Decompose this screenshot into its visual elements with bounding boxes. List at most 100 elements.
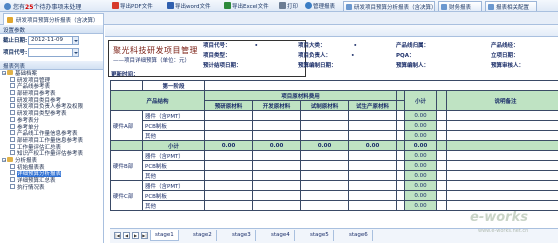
note-cell[interactable] [445, 190, 558, 201]
manage-report-button[interactable]: 管理报表 [305, 2, 335, 11]
data-cell[interactable] [252, 170, 301, 181]
data-cell[interactable] [204, 110, 253, 121]
sheet-tab-stage5[interactable]: stage5 [306, 230, 334, 241]
data-cell[interactable] [348, 190, 397, 201]
tree-folder[interactable]: − 基础档案 [0, 70, 103, 77]
tree-item[interactable]: 研发项目类目参考 [0, 96, 103, 104]
note-cell[interactable] [445, 200, 558, 211]
tree-item[interactable]: 工作量评估汇总表 [0, 143, 103, 151]
data-cell[interactable] [300, 190, 349, 201]
data-cell[interactable] [348, 170, 397, 181]
data-cell[interactable] [204, 160, 253, 171]
data-cell[interactable] [252, 200, 301, 211]
data-cell[interactable] [300, 130, 349, 141]
data-cell[interactable] [348, 120, 397, 131]
data-cell[interactable] [300, 170, 349, 181]
table-cell [396, 150, 405, 161]
top-tab-report[interactable]: 研发项目预算分析报表（含决算） [343, 1, 437, 11]
data-cell[interactable] [204, 150, 253, 161]
table-cell [436, 120, 447, 131]
deadline-input[interactable]: 2012-11-09 [28, 36, 73, 45]
project-code-select[interactable] [28, 48, 73, 57]
tree-item[interactable]: 知识产权工作量评估参考表 [0, 150, 103, 157]
data-cell[interactable] [300, 120, 349, 131]
data-cell[interactable] [204, 120, 253, 131]
note-cell[interactable] [445, 110, 558, 121]
data-cell[interactable] [204, 130, 253, 141]
data-cell[interactable] [348, 160, 397, 171]
data-cell[interactable] [300, 180, 349, 191]
tree-item[interactable]: 研发项目类型参考表 [0, 110, 103, 117]
data-cell[interactable] [348, 200, 397, 211]
sheet-tab-stage3[interactable]: stage3 [228, 230, 256, 241]
data-cell[interactable] [300, 160, 349, 171]
next-sheet-icon[interactable]: ▶ [132, 232, 139, 239]
bell-icon [4, 3, 11, 10]
data-cell[interactable] [252, 180, 301, 191]
sheet-tab-stage4[interactable]: stage4 [267, 230, 295, 241]
data-cell[interactable] [252, 130, 301, 141]
tree-item[interactable]: 初始报表表 [0, 163, 103, 171]
approval-date-label: 立项日期： [491, 53, 519, 59]
data-cell[interactable] [204, 170, 253, 181]
tree-item[interactable]: 参考单分 [0, 123, 103, 131]
data-cell[interactable] [252, 120, 301, 131]
subtotal-cell: 0.00 [404, 110, 437, 121]
data-cell[interactable] [348, 150, 397, 161]
data-cell[interactable] [252, 160, 301, 171]
document-icon [10, 90, 15, 96]
print-button[interactable]: 打印 [279, 2, 298, 11]
tree-item[interactable]: 研发项目负责人参考及权限 [0, 103, 103, 110]
tree-item[interactable]: 产品线参考表 [0, 83, 103, 90]
data-cell[interactable] [300, 200, 349, 211]
data-cell[interactable] [204, 190, 253, 201]
pending-notice[interactable]: 您有25个待办事项未处理 [4, 2, 81, 11]
subtotal-value: 0.00 [348, 140, 397, 151]
export-excel-button[interactable]: 导出Excel文件 [224, 2, 269, 11]
top-tab-config[interactable]: 报表相关配置 [485, 1, 537, 11]
tree-item[interactable]: 研发项目管理 [0, 76, 103, 84]
tree-item[interactable]: 详细预算汇总表 [0, 177, 103, 184]
subtotal-cell: 0.00 [404, 180, 437, 191]
export-word-button[interactable]: 导出word文件 [167, 2, 211, 11]
tab-report-analysis[interactable]: 研发项目预算分析报表（含决算） [3, 13, 104, 25]
data-cell[interactable] [252, 150, 301, 161]
tree-item[interactable]: 参考表分 [0, 116, 103, 124]
expected-close-label: 预计结项日期： [203, 63, 242, 69]
tree-item[interactable]: 执行情况表 [0, 183, 103, 191]
prev-sheet-icon[interactable]: ◀ [123, 232, 130, 239]
data-cell[interactable] [348, 110, 397, 121]
note-cell[interactable] [445, 180, 558, 191]
note-cell[interactable] [445, 130, 558, 141]
data-cell[interactable] [300, 150, 349, 161]
sheet-tab-stage2[interactable]: stage2 [189, 230, 217, 241]
collapse-toggle-icon[interactable]: − [2, 157, 6, 162]
note-cell[interactable] [445, 170, 558, 181]
note-cell[interactable] [445, 120, 558, 131]
tree-folder[interactable]: − 分析报表 [0, 156, 103, 164]
top-tab-finance[interactable]: 财务报表 [438, 1, 482, 11]
data-cell[interactable] [348, 180, 397, 191]
data-cell[interactable] [204, 180, 253, 191]
chevron-down-icon[interactable] [73, 48, 79, 57]
tree-item[interactable]: 详细预算分析报表 [0, 170, 103, 178]
note-cell[interactable] [445, 150, 558, 161]
data-cell[interactable] [204, 200, 253, 211]
last-sheet-icon[interactable]: ▶| [141, 232, 148, 239]
tree-item[interactable]: 部研项目工作量信息参考表 [0, 136, 103, 144]
sheet-tab-stage1[interactable]: stage1 [150, 230, 179, 241]
tree-item[interactable]: 部研项目参考表 [0, 90, 103, 97]
tree-item[interactable]: 产品线工作量信息参考表 [0, 130, 103, 137]
col-group-header: 项目原材料费用 [204, 90, 397, 101]
export-pdf-button[interactable]: 导出PDF文件 [112, 2, 153, 11]
data-cell[interactable] [252, 110, 301, 121]
section-name: 硬件A部 [110, 110, 143, 141]
sheet-tab-stage6[interactable]: stage6 [345, 230, 373, 241]
data-cell[interactable] [252, 190, 301, 201]
data-cell[interactable] [348, 130, 397, 141]
note-cell[interactable] [445, 160, 558, 171]
data-cell[interactable] [300, 110, 349, 121]
first-sheet-icon[interactable]: |◀ [114, 232, 121, 239]
chevron-down-icon[interactable] [73, 36, 79, 45]
collapse-toggle-icon[interactable]: − [2, 71, 6, 76]
